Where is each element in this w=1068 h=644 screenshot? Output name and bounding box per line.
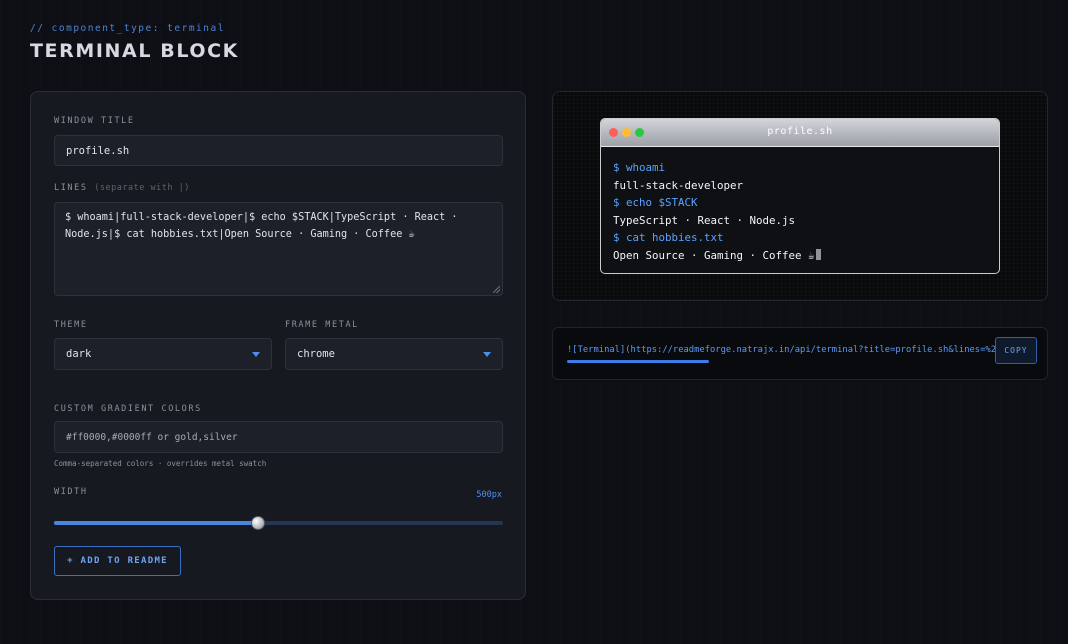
- gradient-colors-label: CUSTOM GRADIENT COLORS: [54, 404, 202, 414]
- copy-button[interactable]: COPY: [995, 337, 1037, 364]
- lines-label-text: LINES: [54, 183, 88, 193]
- window-title-input[interactable]: profile.sh: [54, 135, 503, 166]
- chevron-down-icon: [252, 352, 260, 357]
- terminal-line: $ cat hobbies.txt: [613, 231, 724, 245]
- window-title-label: WINDOW TITLE: [54, 116, 135, 126]
- lines-label: LINES (separate with |): [54, 183, 190, 193]
- markdown-snippet: ![Terminal](https://readmeforge.natrajx.…: [552, 327, 1048, 380]
- markdown-snippet-text[interactable]: ![Terminal](https://readmeforge.natrajx.…: [567, 345, 995, 355]
- terminal-body: $ whoami full-stack-developer $ echo $ST…: [601, 147, 999, 265]
- terminal-line-text: Open Source · Gaming · Coffee ☕: [613, 248, 815, 262]
- terminal-preview: profile.sh $ whoami full-stack-developer…: [552, 91, 1048, 301]
- width-slider-thumb[interactable]: [251, 516, 266, 530]
- theme-label: THEME: [54, 320, 88, 330]
- gradient-colors-note: Comma-separated colors · overrides metal…: [54, 459, 267, 468]
- add-to-readme-button[interactable]: + ADD TO README: [54, 546, 181, 576]
- component-type-eyebrow: // component_type: terminal: [30, 23, 225, 34]
- terminal-line: $ whoami: [613, 161, 666, 174]
- gradient-colors-input[interactable]: #ff0000,#0000ff or gold,silver: [54, 421, 503, 453]
- terminal-line: TypeScript · React · Node.js: [613, 213, 796, 227]
- terminal-line: full-stack-developer: [613, 178, 744, 192]
- snippet-scrollbar[interactable]: [567, 360, 709, 363]
- terminal-title-bar: profile.sh: [601, 119, 999, 147]
- theme-select[interactable]: dark: [54, 338, 272, 370]
- resize-handle-icon[interactable]: [493, 286, 500, 293]
- config-panel: WINDOW TITLE profile.sh LINES (separate …: [30, 91, 526, 600]
- lines-hint: (separate with |): [94, 183, 190, 193]
- terminal-last-line: Open Source · Gaming · Coffee ☕: [613, 247, 987, 265]
- terminal-window-title: profile.sh: [767, 126, 833, 137]
- width-label: WIDTH: [54, 487, 88, 497]
- cursor-icon: [815, 248, 821, 260]
- lines-textarea-value: $ whoami|full-stack-developer|$ echo $ST…: [65, 212, 458, 240]
- chevron-down-icon: [483, 352, 491, 357]
- terminal-line: $ echo $STACK: [613, 196, 698, 210]
- width-slider[interactable]: [54, 516, 503, 530]
- width-value: 500px: [476, 490, 502, 500]
- frame-metal-label: FRAME METAL: [285, 320, 359, 330]
- frame-metal-select[interactable]: chrome: [285, 338, 503, 370]
- frame-metal-select-value: chrome: [297, 348, 335, 360]
- theme-select-value: dark: [66, 348, 92, 360]
- terminal-window: profile.sh $ whoami full-stack-developer…: [600, 118, 1000, 274]
- page-title: TERMINAL BLOCK: [30, 40, 240, 62]
- width-slider-fill: [54, 521, 259, 525]
- lines-textarea[interactable]: $ whoami|full-stack-developer|$ echo $ST…: [54, 202, 503, 296]
